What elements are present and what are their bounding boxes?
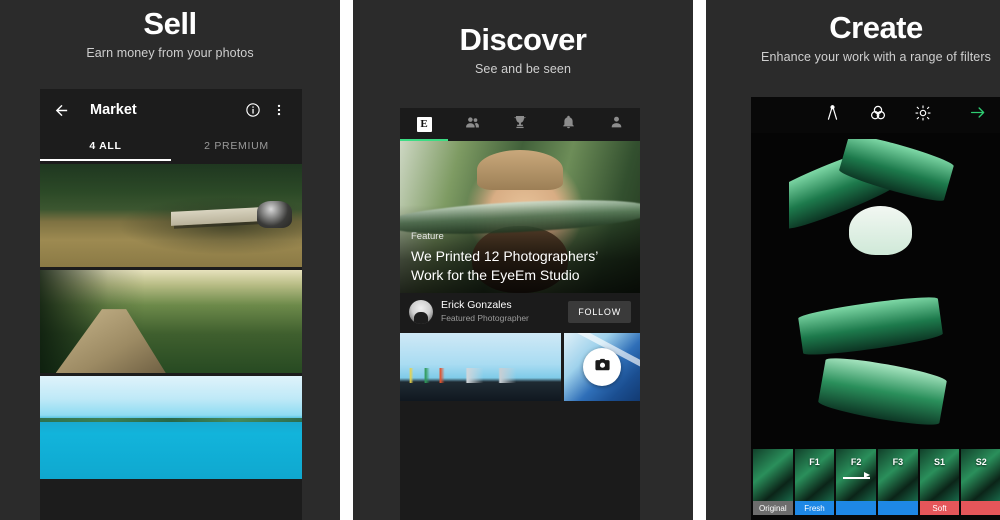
forest-bench-photo[interactable] xyxy=(40,164,302,267)
beach-thumbnail[interactable] xyxy=(400,333,561,401)
agave-leaf xyxy=(816,353,948,429)
agave-leaf xyxy=(797,293,943,359)
agave-core xyxy=(848,205,913,255)
market-title: Market xyxy=(90,102,137,118)
author-meta: Erick Gonzales Featured Photographer xyxy=(441,299,568,324)
panel-create: Create Enhance your work with a range of… xyxy=(706,0,1000,520)
filter-name-fresh[interactable]: Fresh xyxy=(794,501,835,515)
market-tabs: 4 ALL 2 PREMIUM xyxy=(40,131,302,161)
filter-name-f2[interactable] xyxy=(836,501,877,515)
filter-thumb-s1[interactable]: S1 xyxy=(919,449,960,501)
editor-toolbar xyxy=(751,97,1000,133)
arrow-right-icon[interactable] xyxy=(967,104,989,127)
filter-thumbnail-strip: F1 F2 F3 S1 S2 xyxy=(751,449,1000,501)
market-phone-screen: Market 4 ALL 2 PREMIUM xyxy=(40,89,302,520)
page-subtitle: Earn money from your photos xyxy=(86,45,254,60)
filter-thumb-f3[interactable]: F3 xyxy=(878,449,918,501)
filter-name-s2[interactable] xyxy=(961,501,1000,515)
filter-code: S1 xyxy=(934,457,946,467)
panel-discover: Discover See and be seen E Feature We Pr… xyxy=(353,0,693,520)
filter-name-soft[interactable]: Soft xyxy=(919,501,960,515)
brightness-sun-icon[interactable] xyxy=(914,104,932,127)
turquoise-sea-photo[interactable] xyxy=(40,376,302,479)
tab-all[interactable]: 4 ALL xyxy=(40,131,171,161)
discover-phone-screen: E Feature We Printed 12 Photographers’ W… xyxy=(400,108,640,520)
info-icon[interactable] xyxy=(240,97,266,123)
follow-button[interactable]: FOLLOW xyxy=(568,300,631,323)
tab-profile[interactable] xyxy=(592,108,640,141)
filter-code: F2 xyxy=(850,457,862,467)
hero-text-block: Feature We Printed 12 Photographers’ Wor… xyxy=(411,231,630,284)
feature-hero-card[interactable]: Feature We Printed 12 Photographers’ Wor… xyxy=(400,141,640,293)
author-name: Erick Gonzales xyxy=(441,298,512,311)
person-icon xyxy=(609,114,624,135)
page-subtitle: See and be seen xyxy=(474,61,572,76)
panel-sell: Sell Earn money from your photos Market … xyxy=(0,0,340,520)
page-title: Discover xyxy=(459,22,587,57)
forest-path-photo[interactable] xyxy=(40,270,302,373)
camera-fab-button[interactable] xyxy=(583,348,621,386)
author-row: Erick Gonzales Featured Photographer FOL… xyxy=(400,293,640,330)
discover-heading-block: Discover See and be seen xyxy=(353,0,693,76)
filter-code: S2 xyxy=(975,457,987,467)
filter-name-strip: Original Fresh Soft xyxy=(751,501,1000,515)
crop-transform-icon[interactable] xyxy=(823,103,842,127)
filter-thumb-original[interactable] xyxy=(753,449,793,501)
tab-all-label: 4 ALL xyxy=(89,140,122,152)
camera-icon xyxy=(594,356,611,378)
editor-canvas xyxy=(751,133,1000,449)
hero-kicker: Feature xyxy=(411,231,444,243)
discover-grid xyxy=(400,333,640,401)
tab-people[interactable] xyxy=(448,108,496,141)
bell-icon xyxy=(561,114,576,135)
eyeem-logo-icon: E xyxy=(416,117,432,132)
filter-code: F3 xyxy=(892,457,904,467)
tab-premium-label: 2 PREMIUM xyxy=(204,140,269,152)
market-appbar: Market xyxy=(40,89,302,131)
screenshot-stage: Sell Earn money from your photos Market … xyxy=(0,0,1000,520)
filter-thumb-f1[interactable]: F1 xyxy=(794,449,835,501)
hero-photo-hair xyxy=(476,150,564,190)
camera-thumbnail[interactable] xyxy=(564,333,640,401)
more-vert-icon[interactable] xyxy=(266,97,292,123)
market-photo-list xyxy=(40,161,302,479)
filter-thumb-f2[interactable]: F2 xyxy=(836,449,877,501)
tab-eyeem[interactable]: E xyxy=(400,108,448,141)
agave-plant-photo[interactable] xyxy=(789,139,965,443)
create-phone-screen: F1 F2 F3 S1 S2 Original Fresh Soft xyxy=(751,97,1000,520)
avatar[interactable] xyxy=(409,299,433,324)
page-title: Sell xyxy=(143,6,197,41)
tab-notifications[interactable] xyxy=(544,108,592,141)
create-heading-block: Create Enhance your work with a range of… xyxy=(706,0,1000,64)
panel-divider-1 xyxy=(340,0,353,520)
page-title: Create xyxy=(829,10,923,45)
page-subtitle: Enhance your work with a range of filter… xyxy=(761,49,991,64)
filter-name-original[interactable]: Original xyxy=(753,501,793,515)
tab-premium[interactable]: 2 PREMIUM xyxy=(171,131,302,161)
tab-missions[interactable] xyxy=(496,108,544,141)
filter-code: F1 xyxy=(809,457,820,467)
hero-title: We Printed 12 Photographers’ Work for th… xyxy=(411,248,598,283)
filter-name-f3[interactable] xyxy=(878,501,918,515)
trophy-icon xyxy=(512,114,528,135)
discover-tabbar: E xyxy=(400,108,640,141)
panel-divider-2 xyxy=(693,0,706,520)
back-arrow-icon[interactable] xyxy=(48,97,74,123)
people-icon xyxy=(464,114,481,136)
sell-heading-block: Sell Earn money from your photos xyxy=(0,0,340,60)
filter-thumb-s2[interactable]: S2 xyxy=(961,449,1000,501)
author-role: Featured Photographer xyxy=(441,312,529,323)
filters-circles-icon[interactable] xyxy=(868,103,888,128)
